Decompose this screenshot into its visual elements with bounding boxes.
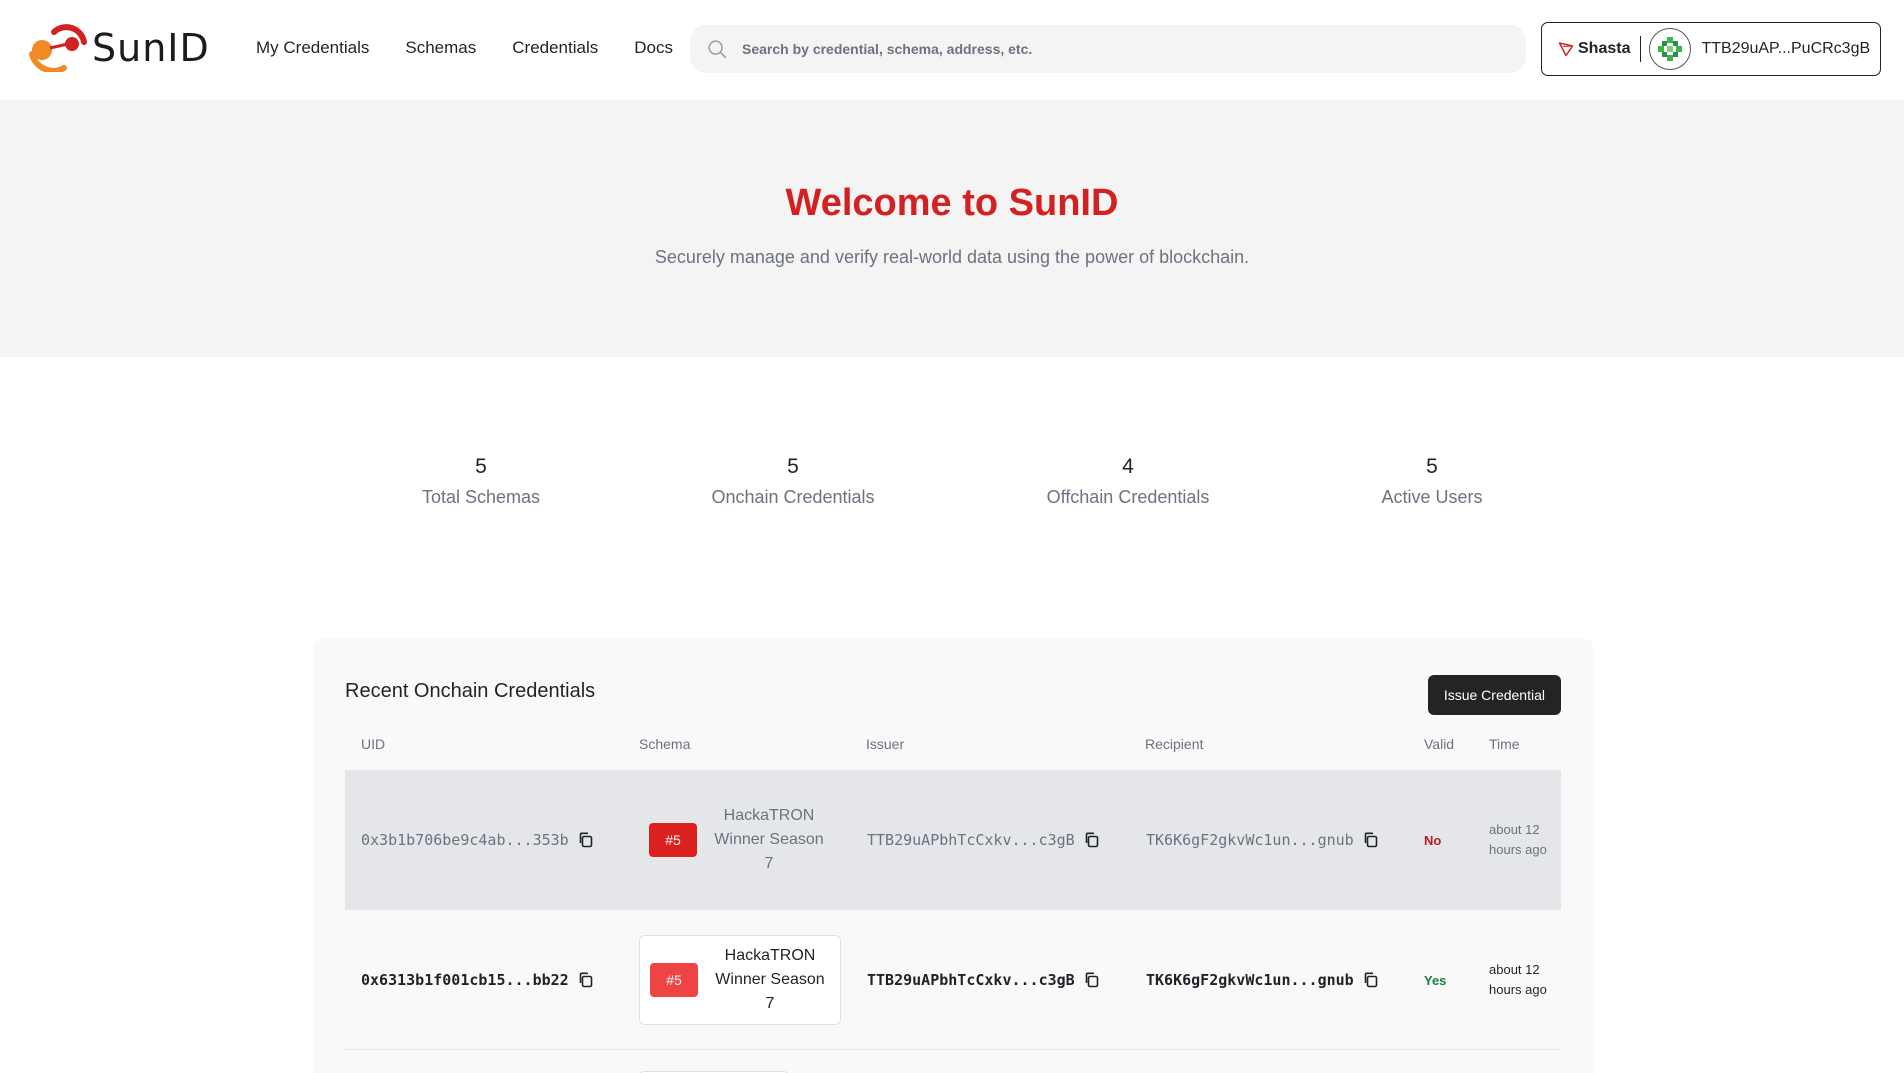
copy-icon[interactable] <box>1362 971 1380 989</box>
identicon-avatar <box>1649 28 1692 70</box>
recipient-address[interactable]: TK6K6gF2gkvWc1un...gnub <box>1146 831 1354 849</box>
stat-offchain-credentials: 4 Offchain Credentials <box>998 455 1258 508</box>
card-title: Recent Onchain Credentials <box>345 680 596 702</box>
valid-cell: Yes <box>1424 910 1446 1050</box>
issuer-address[interactable]: TTB29uAPbhTcCxkv...c3gB <box>867 831 1075 849</box>
hero-banner: Welcome to SunID Securely manage and ver… <box>0 100 1904 357</box>
schema-name: HackaTRON Winner Season 7 <box>714 807 824 872</box>
nav-my-credentials[interactable]: My Credentials <box>256 38 369 58</box>
time-cell: about 12 hours ago <box>1489 770 1553 910</box>
issuer-address[interactable]: TTB29uAPbhTcCxkv...c3gB <box>867 971 1075 989</box>
hero-title: Welcome to SunID <box>785 182 1119 224</box>
time-cell: about 12 hours ago <box>1489 910 1553 1050</box>
stat-label: Active Users <box>1381 487 1483 507</box>
stat-value: 4 <box>1122 455 1134 478</box>
uid-link[interactable]: 0x6313b1f001cb15...bb22 <box>361 971 569 989</box>
stat-onchain-credentials: 5 Onchain Credentials <box>663 455 923 508</box>
copy-icon[interactable] <box>1083 971 1101 989</box>
valid-status: Yes <box>1424 972 1447 988</box>
top-header: SunID My Credentials Schemas Credentials… <box>0 0 1904 100</box>
wallet-address: TTB29uAP...PuCRc3gB <box>1701 40 1871 57</box>
copy-icon[interactable] <box>577 831 595 849</box>
timestamp: about 12 hours ago <box>1489 962 1547 997</box>
column-header-valid: Valid <box>1424 736 1455 752</box>
column-header-uid: UID <box>361 736 386 752</box>
tron-icon <box>1558 42 1574 57</box>
copy-icon[interactable] <box>577 971 595 989</box>
nav-schemas[interactable]: Schemas <box>405 38 476 58</box>
schema-cell: #5 HackaTRON Winner Season 7 <box>639 770 839 910</box>
nav-credentials[interactable]: Credentials <box>512 38 598 58</box>
identicon-avatar-graphic <box>1658 37 1683 61</box>
column-header-schema: Schema <box>639 736 691 752</box>
uid-link[interactable]: 0x3b1b706be9c4ab...353b <box>361 831 569 849</box>
main-nav: My Credentials Schemas Credentials Docs <box>256 38 709 58</box>
search-icon <box>708 40 727 59</box>
nav-docs[interactable]: Docs <box>634 38 673 58</box>
wallet-divider <box>1640 36 1642 62</box>
recipient-cell: TK6K6gF2gkvWc1un...gnub <box>1146 770 1380 910</box>
stat-label: Offchain Credentials <box>1046 487 1210 507</box>
search-input[interactable] <box>742 41 1442 57</box>
stat-value: 5 <box>475 455 487 478</box>
column-header-recipient: Recipient <box>1145 736 1204 752</box>
wallet-button[interactable]: Shasta TTB29uAP...PuCRc3gB <box>1541 22 1881 76</box>
stat-label: Total Schemas <box>421 487 541 507</box>
hero-subtitle: Securely manage and verify real-world da… <box>654 247 1250 267</box>
search-bar[interactable] <box>690 25 1526 73</box>
sunid-logo-icon <box>29 24 87 72</box>
sunid-logo[interactable]: SunID <box>24 24 210 72</box>
schema-id-badge: #5 <box>650 963 698 997</box>
valid-cell: No <box>1424 770 1441 910</box>
column-header-time: Time <box>1489 736 1520 752</box>
copy-icon[interactable] <box>1362 831 1380 849</box>
stat-value: 5 <box>1426 455 1438 478</box>
uid-cell: 0x3b1b706be9c4ab...353b <box>361 770 595 910</box>
recent-credentials-card: Recent Onchain Credentials Issue Credent… <box>313 638 1593 1073</box>
recipient-address[interactable]: TK6K6gF2gkvWc1un...gnub <box>1146 971 1354 989</box>
schema-cell: #5 HackaTRON Winner Season 7 <box>639 910 841 1050</box>
valid-status: No <box>1424 832 1442 848</box>
recipient-cell: TK6K6gF2gkvWc1un...gnub <box>1146 910 1380 1050</box>
stat-active-users: 5 Active Users <box>1302 455 1562 508</box>
table-row[interactable]: 0x3b1b706be9c4ab...353b #5 HackaTRON Win… <box>345 770 1561 910</box>
column-header-issuer: Issuer <box>866 736 905 752</box>
network-name: Shasta <box>1578 40 1631 57</box>
stat-value: 5 <box>787 455 799 478</box>
issuer-cell: TTB29uAPbhTcCxkv...c3gB <box>867 910 1101 1050</box>
issuer-cell: TTB29uAPbhTcCxkv...c3gB <box>867 770 1101 910</box>
stat-total-schemas: 5 Total Schemas <box>351 455 611 508</box>
schema-chip[interactable]: #5 HackaTRON Winner Season 7 <box>639 935 841 1025</box>
schema-name: HackaTRON Winner Season 7 <box>715 947 825 1012</box>
table-row[interactable]: 0x6313b1f001cb15...bb22 #5 HackaTRON Win… <box>345 910 1561 1050</box>
copy-icon[interactable] <box>1083 831 1101 849</box>
timestamp: about 12 hours ago <box>1489 822 1547 857</box>
stat-label: Onchain Credentials <box>711 487 875 507</box>
schema-chip[interactable]: #5 HackaTRON Winner Season 7 <box>639 795 839 885</box>
logo-text: SunID <box>92 26 210 70</box>
uid-cell: 0x6313b1f001cb15...bb22 <box>361 910 595 1050</box>
issue-credential-button[interactable]: Issue Credential <box>1427 675 1561 715</box>
schema-id-badge: #5 <box>649 823 697 857</box>
